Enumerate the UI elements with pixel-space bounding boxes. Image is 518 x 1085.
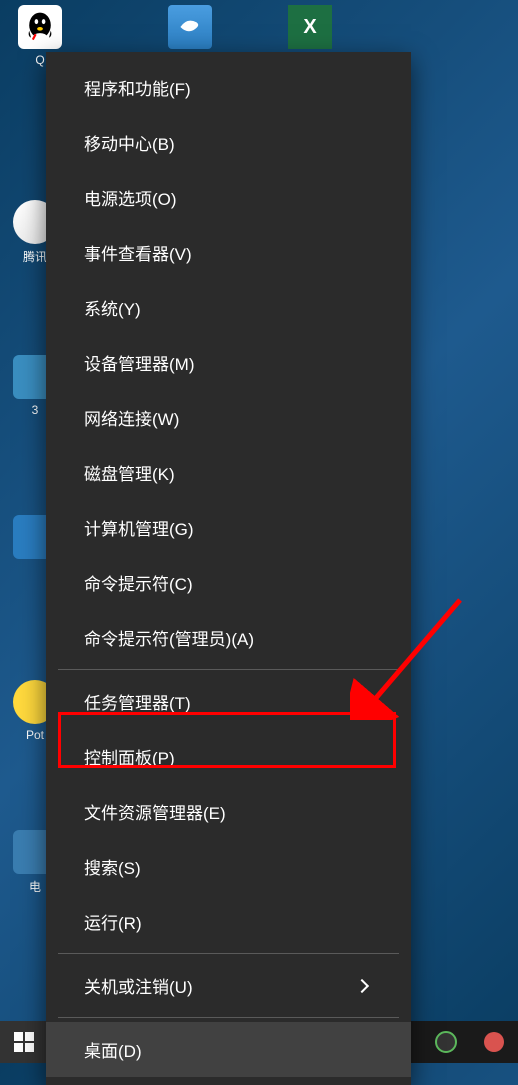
menu-item-label: 搜索(S) bbox=[84, 854, 141, 879]
desktop-icon-bird[interactable] bbox=[155, 5, 225, 53]
excel-letter: X bbox=[303, 16, 316, 39]
menu-item-command-prompt-admin[interactable]: 命令提示符(管理员)(A) bbox=[46, 610, 411, 665]
menu-item-power-options[interactable]: 电源选项(O) bbox=[46, 170, 411, 225]
desktop-icon-label: Pot bbox=[26, 728, 44, 742]
menu-separator bbox=[58, 953, 399, 954]
winx-context-menu: 程序和功能(F) 移动中心(B) 电源选项(O) 事件查看器(V) 系统(Y) … bbox=[46, 52, 411, 1085]
taskbar-tray-item[interactable] bbox=[470, 1021, 518, 1063]
menu-item-label: 程序和功能(F) bbox=[84, 75, 191, 100]
menu-item-label: 文件资源管理器(E) bbox=[84, 799, 226, 824]
menu-item-label: 事件查看器(V) bbox=[84, 240, 192, 265]
menu-item-label: 网络连接(W) bbox=[84, 405, 179, 430]
menu-item-file-explorer[interactable]: 文件资源管理器(E) bbox=[46, 784, 411, 839]
taskbar-tray-item[interactable] bbox=[422, 1021, 470, 1063]
menu-item-label: 命令提示符(管理员)(A) bbox=[84, 625, 254, 650]
menu-item-shutdown-signout[interactable]: 关机或注销(U) bbox=[46, 958, 411, 1013]
tray-icon bbox=[482, 1030, 506, 1054]
menu-item-label: 计算机管理(G) bbox=[84, 515, 194, 540]
desktop-icon-label: 腾讯 bbox=[23, 250, 47, 264]
menu-separator bbox=[58, 669, 399, 670]
menu-item-label: 设备管理器(M) bbox=[84, 350, 194, 375]
menu-item-programs-features[interactable]: 程序和功能(F) bbox=[46, 60, 411, 115]
menu-item-label: 磁盘管理(K) bbox=[84, 460, 175, 485]
bird-icon bbox=[168, 5, 212, 49]
menu-separator bbox=[58, 1017, 399, 1018]
menu-item-label: 桌面(D) bbox=[84, 1037, 142, 1062]
menu-item-run[interactable]: 运行(R) bbox=[46, 894, 411, 949]
menu-item-label: 系统(Y) bbox=[84, 295, 141, 320]
menu-item-network-connections[interactable]: 网络连接(W) bbox=[46, 390, 411, 445]
chevron-right-icon bbox=[355, 978, 369, 992]
excel-icon: X bbox=[288, 5, 332, 49]
menu-item-control-panel[interactable]: 控制面板(P) bbox=[46, 729, 411, 784]
desktop-icon-excel[interactable]: X bbox=[275, 5, 345, 53]
windows-logo-icon bbox=[14, 1032, 34, 1052]
menu-item-device-manager[interactable]: 设备管理器(M) bbox=[46, 335, 411, 390]
menu-item-computer-management[interactable]: 计算机管理(G) bbox=[46, 500, 411, 555]
menu-item-command-prompt[interactable]: 命令提示符(C) bbox=[46, 555, 411, 610]
desktop-icon-label: Q bbox=[35, 53, 44, 67]
menu-item-label: 关机或注销(U) bbox=[84, 973, 193, 998]
qq-icon bbox=[18, 5, 62, 49]
menu-item-search[interactable]: 搜索(S) bbox=[46, 839, 411, 894]
tray-icon bbox=[434, 1030, 458, 1054]
menu-item-label: 运行(R) bbox=[84, 909, 142, 934]
menu-item-disk-management[interactable]: 磁盘管理(K) bbox=[46, 445, 411, 500]
desktop-icon-label: 3 bbox=[32, 403, 39, 417]
menu-item-desktop[interactable]: 桌面(D) bbox=[46, 1022, 411, 1077]
menu-item-label: 任务管理器(T) bbox=[84, 689, 191, 714]
menu-item-mobility-center[interactable]: 移动中心(B) bbox=[46, 115, 411, 170]
menu-item-system[interactable]: 系统(Y) bbox=[46, 280, 411, 335]
desktop-icon-label: 电 bbox=[29, 880, 41, 894]
menu-item-event-viewer[interactable]: 事件查看器(V) bbox=[46, 225, 411, 280]
menu-item-label: 电源选项(O) bbox=[84, 185, 177, 210]
menu-item-label: 命令提示符(C) bbox=[84, 570, 193, 595]
start-button[interactable] bbox=[0, 1021, 48, 1063]
menu-item-task-manager[interactable]: 任务管理器(T) bbox=[46, 674, 411, 729]
menu-item-label: 移动中心(B) bbox=[84, 130, 175, 155]
menu-item-label: 控制面板(P) bbox=[84, 744, 175, 769]
